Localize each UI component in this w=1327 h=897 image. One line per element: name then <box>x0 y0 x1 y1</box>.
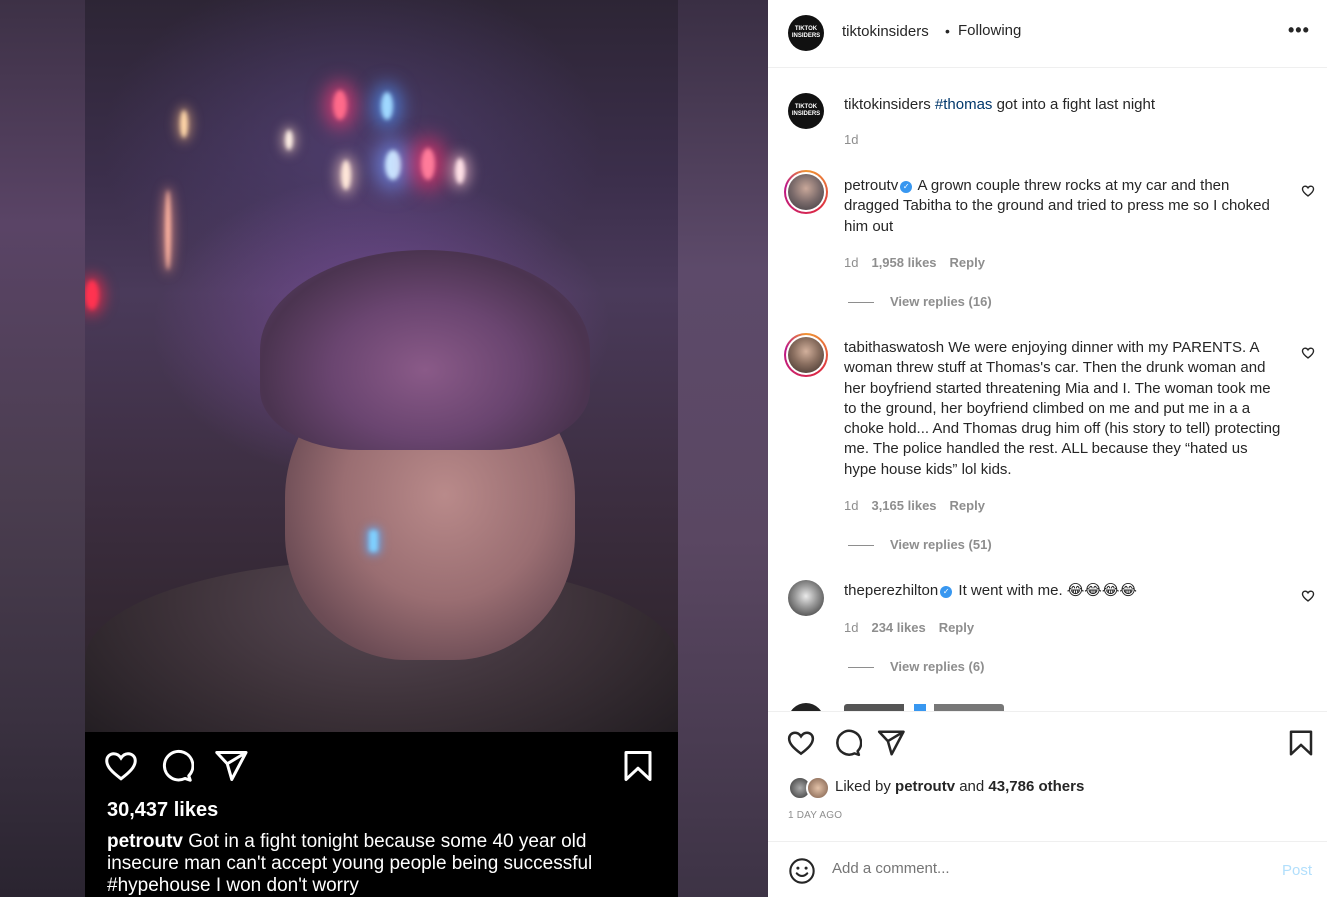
replies-divider <box>848 545 874 547</box>
light-red <box>333 90 347 120</box>
comment-reply-button[interactable]: Reply <box>939 620 974 635</box>
light-red-edge <box>85 280 99 310</box>
comment-time: 1d <box>844 255 859 270</box>
comment-text: We were enjoying dinner with my PARENTS.… <box>844 339 1281 478</box>
next-comment-avatar-cropped <box>788 703 824 711</box>
comment-item: petroutv ✓ A grown couple threw rocks at … <box>844 176 1284 237</box>
comment-username[interactable]: theperezhilton <box>844 582 938 599</box>
light-amber-2 <box>285 130 293 150</box>
verified-badge-icon: ✓ <box>900 181 913 193</box>
add-comment-bar: Post <box>768 841 1327 897</box>
comment-reply-button[interactable]: Reply <box>950 255 985 270</box>
comment-likes[interactable]: 3,165 likes <box>871 498 936 513</box>
caption-text: got into a fight last night <box>992 96 1156 113</box>
light-red-2 <box>421 148 435 180</box>
share-icon[interactable] <box>213 748 249 784</box>
caption-username[interactable]: tiktokinsiders <box>844 96 931 113</box>
comment-like-heart-icon[interactable] <box>1301 589 1315 603</box>
comment-icon[interactable] <box>158 748 194 784</box>
light-blue <box>381 92 393 120</box>
post-photo[interactable] <box>85 0 678 732</box>
comment-text: It went with me. 😂😂😂😂 <box>958 582 1137 599</box>
light-white-2 <box>455 158 465 184</box>
post-time-ago[interactable]: 1 DAY AGO <box>788 810 842 821</box>
post-header: TIKTOK INSIDERS tiktokinsiders • Followi… <box>768 0 1327 68</box>
media-blur-right <box>678 0 768 897</box>
post-media-panel: 30,437 likes petroutv Got in a fight ton… <box>0 0 768 897</box>
comment-meta: 1d 3,165 likes Reply <box>844 498 998 513</box>
liker-avatar[interactable] <box>806 776 830 800</box>
share-icon[interactable] <box>876 728 906 758</box>
comment-likes[interactable]: 1,958 likes <box>871 255 936 270</box>
light-white <box>341 160 351 190</box>
view-replies-label[interactable]: View replies (6) <box>890 659 984 674</box>
author-username[interactable]: tiktokinsiders <box>842 23 929 40</box>
liked-by-prefix: Liked by <box>835 778 896 795</box>
caption-meta: 1d <box>844 132 871 147</box>
comment-input[interactable] <box>832 860 1252 877</box>
save-bookmark-icon[interactable] <box>1286 728 1316 758</box>
light-blue-2 <box>385 150 401 180</box>
caption-author-avatar-text: TIKTOK INSIDERS <box>791 104 821 117</box>
emoji-smiley-icon[interactable] <box>788 857 816 885</box>
heart-icon[interactable] <box>103 748 139 784</box>
caption-author-avatar[interactable]: TIKTOK INSIDERS <box>788 93 824 129</box>
light-streak <box>165 190 171 270</box>
light-amber <box>180 110 188 138</box>
view-replies-button[interactable]: View replies (51) <box>848 537 992 552</box>
comment-reply-button[interactable]: Reply <box>950 498 985 513</box>
comment-username[interactable]: petroutv <box>844 177 898 194</box>
author-avatar[interactable]: TIKTOK INSIDERS <box>788 15 824 51</box>
replies-divider <box>848 302 874 304</box>
liked-by-summary: Liked by petroutv and 43,786 others <box>835 778 1084 795</box>
caption-hashtag[interactable]: #thomas <box>935 96 993 113</box>
comment-item: tabithaswatosh We were enjoying dinner w… <box>844 338 1284 480</box>
comment-likes[interactable]: 234 likes <box>871 620 925 635</box>
header-separator: • <box>945 23 950 39</box>
view-replies-button[interactable]: View replies (6) <box>848 659 984 674</box>
verified-badge-icon: ✓ <box>940 586 953 598</box>
author-avatar-text: TIKTOK INSIDERS <box>791 26 821 39</box>
comment-meta: 1d 1,958 likes Reply <box>844 255 998 270</box>
media-caption: petroutv Got in a fight tonight because … <box>107 831 647 897</box>
more-options-icon[interactable]: ••• <box>1288 20 1310 41</box>
replies-divider <box>848 667 874 669</box>
view-replies-label[interactable]: View replies (51) <box>890 537 992 552</box>
comment-avatar-petroutv[interactable] <box>784 170 828 214</box>
comment-time: 1d <box>844 498 859 513</box>
like-heart-icon[interactable] <box>786 728 816 758</box>
comment-meta: 1d 234 likes Reply <box>844 620 987 635</box>
liked-by-others[interactable]: 43,786 others <box>988 778 1084 795</box>
view-replies-label[interactable]: View replies (16) <box>890 294 992 309</box>
earring-light <box>369 530 378 552</box>
person-hair <box>260 250 590 450</box>
post-actions: Liked by petroutv and 43,786 others 1 DA… <box>768 711 1327 841</box>
next-comment-cropped <box>844 703 1104 711</box>
comment-avatar-theperezhilton[interactable] <box>788 580 824 616</box>
liked-by-and: and <box>955 778 989 795</box>
comment-time: 1d <box>844 620 859 635</box>
comment-icon[interactable] <box>832 728 862 758</box>
comment-item: theperezhilton ✓ It went with me. 😂😂😂😂 <box>844 581 1284 601</box>
liked-by-user[interactable]: petroutv <box>895 778 955 795</box>
media-action-bar: 30,437 likes petroutv Got in a fight ton… <box>85 732 678 897</box>
bookmark-icon[interactable] <box>620 748 656 784</box>
comment-avatar-tabithaswatosh[interactable] <box>784 333 828 377</box>
following-button[interactable]: Following <box>958 22 1021 39</box>
comment-username[interactable]: tabithaswatosh <box>844 339 944 356</box>
comment-like-heart-icon[interactable] <box>1301 184 1315 198</box>
post-comment-button[interactable]: Post <box>1282 862 1312 879</box>
caption-time: 1d <box>844 132 859 147</box>
media-caption-user[interactable]: petroutv <box>107 831 183 852</box>
view-replies-button[interactable]: View replies (16) <box>848 294 992 309</box>
comment-like-heart-icon[interactable] <box>1301 346 1315 360</box>
post-details-panel: TIKTOK INSIDERS tiktokinsiders • Followi… <box>768 0 1327 897</box>
media-blur-left <box>0 0 85 897</box>
caption-comment: tiktokinsiders #thomas got into a fight … <box>844 95 1284 115</box>
media-likes-count[interactable]: 30,437 likes <box>107 799 218 822</box>
